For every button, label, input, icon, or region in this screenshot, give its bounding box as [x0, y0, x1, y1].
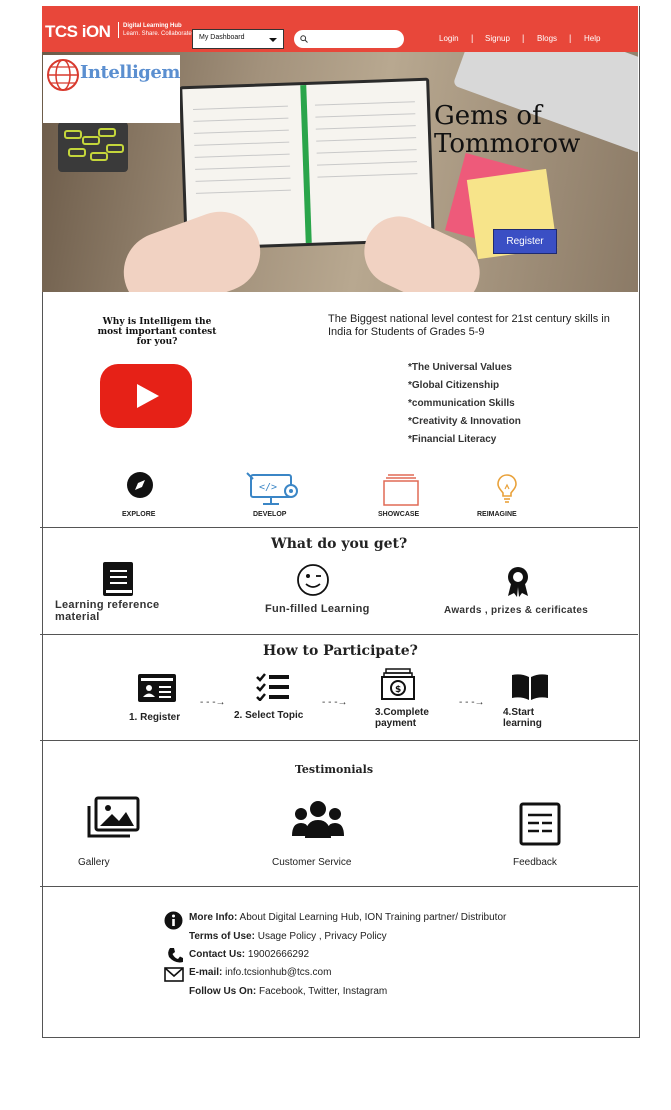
gallery-icon[interactable]: [86, 796, 140, 838]
register-button[interactable]: Register: [493, 229, 557, 254]
nav-divider: |: [522, 33, 525, 43]
step-arrow: - - -→: [322, 697, 348, 708]
step-complete-payment-line-2: payment: [375, 718, 417, 729]
testimonial-customer-service[interactable]: Customer Service: [272, 857, 351, 868]
footer-contact-number[interactable]: 19002666292: [245, 949, 309, 960]
benefit-awards: Awards , prizes & cerificates: [444, 605, 589, 616]
section-divider: [40, 886, 638, 887]
phone-icon: [168, 948, 183, 963]
footer-more-info: More Info: About Digital Learning Hub, I…: [189, 912, 506, 923]
footer-terms-label: Terms of Use:: [189, 931, 255, 942]
contest-tagline: The Biggest national level contest for 2…: [328, 313, 610, 338]
brand-logo[interactable]: TCS iON: [45, 22, 111, 42]
search-input[interactable]: [294, 30, 404, 48]
why-heading: Why is Intelligem the most important con…: [97, 317, 217, 347]
svg-text:</>: </>: [259, 482, 277, 493]
chevron-down-icon: [269, 38, 277, 42]
skill-item: *The Universal Values: [408, 362, 512, 373]
benefit-fun-learning: Fun-filled Learning: [265, 603, 370, 615]
skill-item: *communication Skills: [408, 398, 515, 409]
search-icon: [300, 35, 308, 43]
participate-title: How to Participate?: [263, 643, 418, 659]
testimonial-feedback[interactable]: Feedback: [513, 857, 557, 868]
hero-headline: Gems of Tommorow: [434, 102, 580, 158]
hero-headline-line-2: Tommorow: [434, 129, 581, 159]
footer-more-info-label: More Info:: [189, 912, 238, 923]
nav-divider: |: [471, 33, 474, 43]
blogs-link[interactable]: Blogs: [537, 34, 557, 43]
step-select-topic: 2. Select Topic: [234, 710, 304, 721]
skill-item: *Creativity & Innovation: [408, 416, 521, 427]
step-start-learning: 4.Start learning: [503, 707, 542, 729]
feedback-form-icon[interactable]: [519, 802, 561, 846]
nav-divider: |: [569, 33, 572, 43]
award-ribbon-icon: [508, 567, 528, 597]
brand-sub-title: Digital Learning Hub: [123, 23, 182, 29]
code-gear-icon[interactable]: </>: [245, 471, 301, 507]
open-book-icon: [512, 674, 548, 700]
book-icon: [103, 562, 133, 596]
benefit-learning-material: Learning reference material: [55, 599, 160, 623]
login-link[interactable]: Login: [439, 34, 459, 43]
people-group-icon[interactable]: [291, 800, 345, 840]
footer-terms-links[interactable]: Usage Policy , Privacy Policy: [255, 931, 387, 942]
compass-icon[interactable]: [126, 471, 154, 499]
footer-email: E-mail: info.tcsionhub@tcs.com: [189, 967, 331, 978]
intelligem-logo-text: Intelligem: [80, 62, 180, 83]
stacked-frames-icon[interactable]: [383, 474, 419, 506]
feature-label-explore: EXPLORE: [122, 511, 156, 518]
mail-icon: [164, 967, 184, 982]
section-divider: [40, 527, 638, 528]
info-icon: [164, 911, 183, 930]
id-card-icon: [138, 674, 176, 702]
footer-follow-label: Follow Us On:: [189, 986, 257, 997]
dashboard-select[interactable]: My Dashboard: [192, 29, 284, 49]
feature-label-develop: DEVELOP: [253, 511, 287, 518]
signup-link[interactable]: Signup: [485, 34, 510, 43]
skill-item: *Financial Literacy: [408, 434, 497, 445]
step-register: 1. Register: [129, 712, 181, 723]
step-arrow: - - -→: [200, 697, 226, 708]
youtube-play-button[interactable]: [100, 364, 192, 428]
step-complete-payment: 3.Complete payment: [375, 707, 429, 729]
skill-item: *Global Citizenship: [408, 380, 500, 391]
svg-text:$: $: [395, 685, 401, 695]
testimonial-gallery[interactable]: Gallery: [78, 857, 110, 868]
skills-list: *The Universal Values *Global Citizenshi…: [408, 359, 521, 449]
feature-label-reimagine: REIMAGINE: [477, 511, 517, 518]
step-arrow: - - -→: [459, 697, 485, 708]
footer-more-info-links[interactable]: About Digital Learning Hub, ION Training…: [237, 912, 507, 923]
wink-smiley-icon: [297, 564, 329, 596]
brand-sub-caption: Learn. Share. Collaborate.: [123, 31, 194, 37]
section-divider: [40, 634, 638, 635]
feature-label-showcase: SHOWCASE: [378, 511, 420, 518]
footer-email-address[interactable]: info.tcsionhub@tcs.com: [222, 967, 331, 978]
footer-contact: Contact Us: 19002666292: [189, 949, 309, 960]
checklist-icon: [256, 673, 289, 701]
globe-logo-icon: [47, 59, 79, 91]
brand-tagline: Digital Learning Hub Learn. Share. Colla…: [118, 22, 193, 38]
dashboard-select-value: My Dashboard: [199, 34, 245, 41]
benefits-title: What do you get?: [271, 536, 408, 552]
footer-follow: Follow Us On: Facebook, Twitter, Instagr…: [189, 986, 387, 997]
step-complete-payment-line-1: 3.Complete: [375, 707, 429, 718]
step-start-learning-line-1: 4.Start: [503, 707, 535, 718]
footer-email-label: E-mail:: [189, 967, 223, 978]
money-icon: $: [381, 668, 415, 700]
help-link[interactable]: Help: [584, 34, 600, 43]
section-divider: [40, 740, 638, 741]
footer-terms: Terms of Use: Usage Policy , Privacy Pol…: [189, 931, 387, 942]
paperclips-image: [58, 122, 128, 172]
lightbulb-icon[interactable]: [496, 473, 518, 505]
footer-social-links[interactable]: Facebook, Twitter, Instagram: [256, 986, 387, 997]
step-start-learning-line-2: learning: [503, 718, 542, 729]
footer-contact-label: Contact Us:: [189, 949, 246, 960]
hero-headline-line-1: Gems of: [434, 101, 542, 131]
testimonials-title: Testimonials: [295, 763, 374, 776]
